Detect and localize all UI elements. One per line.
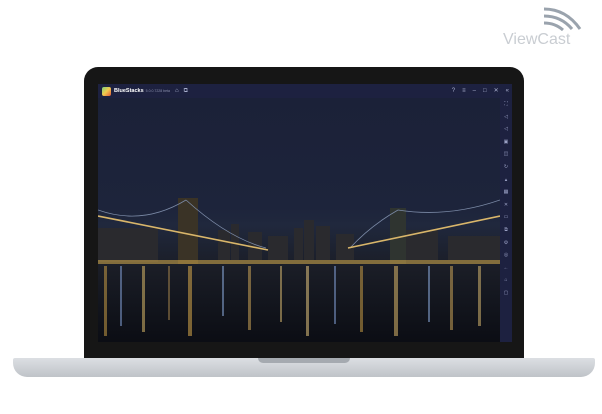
settings-gear-icon[interactable]: ⚙	[504, 237, 508, 250]
app-name: BlueStacks	[114, 88, 144, 94]
record-icon[interactable]: ▣	[504, 136, 509, 149]
keymap-icon[interactable]: ▦	[504, 186, 509, 199]
logo-text: ViewCast	[503, 31, 571, 48]
folder-icon[interactable]: ▭	[504, 211, 509, 224]
recent-apps-icon[interactable]: ▢	[504, 287, 509, 300]
eco-mode-icon[interactable]: ◎	[504, 249, 508, 262]
collapse-icon[interactable]: «	[506, 84, 509, 98]
emulator-titlebar: BlueStacks 5.0.0.7228 beta ⌂ ⧉ ? ≡ – □ ✕…	[98, 84, 512, 98]
wifi-waves-icon	[543, 7, 582, 32]
emulator-display[interactable]	[98, 98, 500, 342]
volume-down-icon[interactable]: ◁	[504, 123, 508, 136]
emulator-sidebar: ⛶ ◁ ◁ ▣ ◫ ↻ ▴ ▦ ✕ ▭ ⧉ ⚙ ◎ ← ⌂ ▢	[500, 98, 512, 342]
bridge-night-photo	[98, 198, 500, 336]
location-icon[interactable]: ✕	[504, 199, 508, 212]
bluestacks-logo-icon	[102, 86, 111, 96]
laptop-notch	[258, 358, 350, 363]
home-icon[interactable]: ⌂	[175, 84, 179, 98]
back-icon[interactable]: ←	[504, 262, 509, 275]
volume-up-icon[interactable]: ◁	[504, 111, 508, 124]
window-controls: ? ≡ – □ ✕ «	[445, 84, 512, 98]
home-icon[interactable]: ⌂	[504, 274, 507, 287]
app-version: 5.0.0.7228 beta	[145, 89, 170, 93]
menu-icon[interactable]: ≡	[462, 84, 466, 98]
fullscreen-icon[interactable]: ⛶	[504, 98, 508, 111]
help-icon[interactable]: ?	[452, 84, 455, 98]
shake-icon[interactable]: ▴	[505, 174, 508, 187]
close-icon[interactable]: ✕	[494, 84, 499, 98]
rotate-icon[interactable]: ↻	[504, 161, 508, 174]
maximize-icon[interactable]: □	[483, 84, 487, 98]
screenshot-icon[interactable]: ◫	[504, 148, 509, 161]
copy-icon[interactable]: ⧉	[504, 224, 508, 237]
minimize-icon[interactable]: –	[473, 84, 476, 98]
laptop-screen: BlueStacks 5.0.0.7228 beta ⌂ ⧉ ? ≡ – □ ✕…	[98, 84, 512, 342]
multi-instance-icon[interactable]: ⧉	[184, 84, 188, 98]
